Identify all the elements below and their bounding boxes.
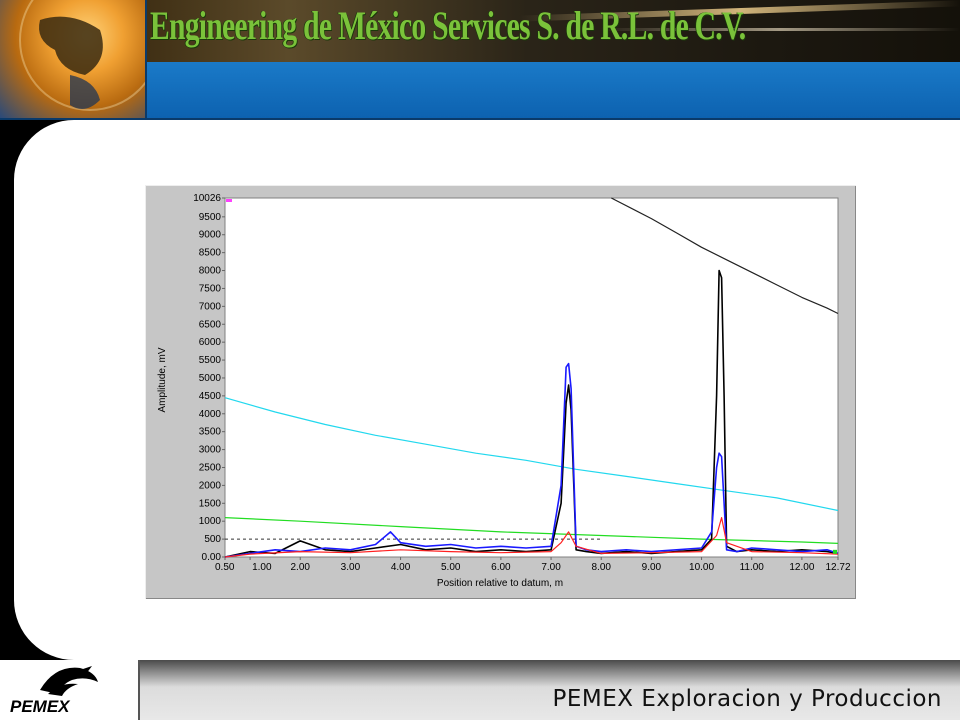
end-marker [833,549,837,554]
x-tick-label: 7.00 [541,562,561,573]
y-tick-label: 2000 [199,480,222,491]
amplitude-chart: 10026 9500 9000 8500 8000 7500 7000 6500 6000 550… [157,193,851,589]
chart-frame: 10026 9500 9000 8500 8000 7500 7000 6500 6000 550… [145,185,856,599]
y-tick-label: 1500 [199,498,222,509]
y-tick-label: 500 [204,534,221,545]
x-tick-label: 12.72 [825,562,850,573]
x-tick-label: 4.00 [391,562,411,573]
x-axis-label: Position relative to datum, m [437,578,563,589]
y-axis-label: Amplitude, mV [157,347,168,412]
x-tick-label: 11.00 [740,562,765,573]
x-tick-label: 12.00 [789,562,814,573]
x-tick-label: 3.00 [341,562,361,573]
y-tick-label: 1000 [199,516,222,527]
y-tick-label: 4500 [199,391,222,402]
footer-band: PEMEX Exploracion y Produccion [140,660,960,720]
y-tick-label: 6000 [199,337,222,348]
y-tick-label: 4000 [199,409,222,420]
y-tick-label: 6500 [199,319,222,330]
y-tick-label: 10026 [193,193,221,204]
y-tick-label: 5500 [199,355,222,366]
y-tick-label: 5000 [199,373,222,384]
y-tick-label: 9500 [199,212,222,223]
y-tick-label: 7500 [199,283,222,294]
x-tick-label: 0.50 [215,562,235,573]
y-tick-label: 3000 [199,445,222,456]
y-tick-label: 8000 [199,266,222,277]
x-tick-label: 2.00 [291,562,311,573]
pemex-logo: PEMEX [0,660,140,720]
x-tick-label: 8.00 [591,562,611,573]
y-tick-label: 2500 [199,462,222,473]
y-tick-label: 7000 [199,301,222,312]
pemex-wordmark: PEMEX [10,697,70,716]
x-tick-label: 9.00 [642,562,662,573]
footer-tagline: PEMEX Exploracion y Produccion [552,686,942,712]
footer-bar: PEMEX PEMEX Exploracion y Produccion [0,660,960,720]
corner-marker [226,199,232,202]
x-tick-label: 1.00 [252,562,272,573]
y-tick-label: 9000 [199,230,222,241]
plot-area [224,197,839,558]
header-banner: Engineering de México Services S. de R.L… [0,0,960,120]
y-tick-label: 3500 [199,427,222,438]
x-tick-label: 5.00 [441,562,461,573]
company-title: Engineering de México Services S. de R.L… [150,3,746,48]
eagle-icon [40,666,98,696]
x-tick-label: 6.00 [491,562,511,573]
x-tick-label: 10.00 [689,562,714,573]
y-tick-label: 8500 [199,248,222,259]
globe-icon [0,0,161,118]
